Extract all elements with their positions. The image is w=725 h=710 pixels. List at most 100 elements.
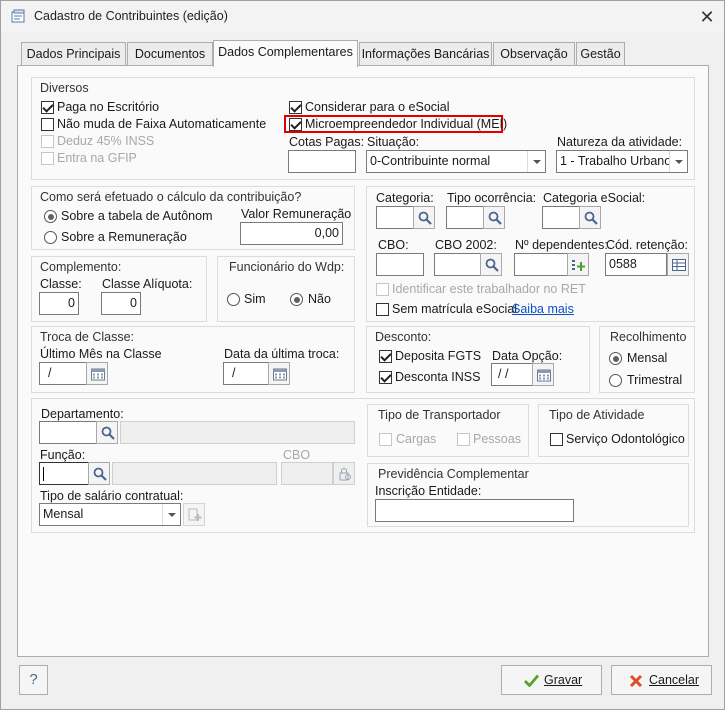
cbo-label: CBO: bbox=[378, 238, 409, 252]
cargas-checkbox[interactable] bbox=[379, 433, 392, 446]
funcao-input[interactable] bbox=[39, 462, 89, 485]
classe-input[interactable]: 0 bbox=[39, 292, 79, 315]
tab-dados-complementares[interactable]: Dados Complementares bbox=[213, 40, 358, 67]
mei-checkbox[interactable] bbox=[289, 118, 302, 131]
cbo2002-input[interactable] bbox=[434, 253, 481, 276]
natureza-label: Natureza da atividade: bbox=[557, 135, 683, 149]
categoria-search-button[interactable] bbox=[413, 206, 435, 229]
chevron-down-icon[interactable] bbox=[527, 151, 545, 172]
entra-gfip-checkbox[interactable] bbox=[41, 152, 54, 165]
ultimo-mes-calendar-button[interactable] bbox=[86, 362, 108, 385]
chevron-down-icon[interactable] bbox=[162, 504, 180, 525]
desconta-inss-checkbox[interactable] bbox=[379, 371, 392, 384]
valor-remuneracao-input[interactable]: 0,00 bbox=[240, 222, 343, 245]
group-title-atividade: Tipo de Atividade bbox=[549, 408, 645, 422]
dependentes-add-button[interactable] bbox=[567, 253, 589, 276]
help-button[interactable]: ? bbox=[19, 665, 48, 695]
recolhimento-mensal-label: Mensal bbox=[627, 351, 668, 365]
data-troca-calendar-button[interactable] bbox=[268, 362, 290, 385]
paga-escritorio-label: Paga no Escritório bbox=[57, 100, 160, 114]
classe-aliquota-input[interactable]: 0 bbox=[101, 292, 141, 315]
tipo-salario-value: Mensal bbox=[43, 507, 84, 521]
categoria-label: Categoria: bbox=[376, 191, 434, 205]
data-opcao-calendar-button[interactable] bbox=[532, 363, 554, 386]
title-bar: Cadastro de Contribuintes (edição) ✕ bbox=[1, 1, 724, 33]
group-title-desconto: Desconto: bbox=[375, 330, 432, 344]
pessoas-checkbox[interactable] bbox=[457, 433, 470, 446]
search-icon bbox=[488, 211, 502, 225]
departamento-search-button[interactable] bbox=[96, 421, 118, 444]
data-opcao-input[interactable]: / / bbox=[491, 363, 533, 386]
cbo-input[interactable] bbox=[376, 253, 424, 276]
group-title-calculo: Como será efetuado o cálculo da contribu… bbox=[40, 190, 302, 204]
deposita-fgts-label: Deposita FGTS bbox=[395, 349, 482, 363]
cancelar-button[interactable]: Cancelar bbox=[611, 665, 712, 695]
group-title-funcionario: Funcionário do Wdp: bbox=[229, 260, 345, 274]
categoria-input[interactable] bbox=[376, 206, 414, 229]
lock-search-icon bbox=[339, 468, 351, 481]
check-icon bbox=[524, 674, 539, 687]
tab-gestao[interactable]: Gestão bbox=[576, 42, 625, 66]
table-icon bbox=[672, 259, 686, 271]
gravar-button[interactable]: Gravar bbox=[501, 665, 602, 695]
recolhimento-mensal-radio[interactable] bbox=[609, 352, 622, 365]
cod-retencao-table-button[interactable] bbox=[667, 253, 689, 276]
tipo-ocorrencia-input[interactable] bbox=[446, 206, 484, 229]
recolhimento-trimestral-radio[interactable] bbox=[609, 374, 622, 387]
chevron-down-icon[interactable] bbox=[669, 151, 687, 172]
categoria-esocial-search-button[interactable] bbox=[579, 206, 601, 229]
tab-dados-principais[interactable]: Dados Principais bbox=[21, 42, 126, 66]
tipo-salario-select[interactable]: Mensal bbox=[39, 503, 181, 526]
dependentes-input[interactable] bbox=[514, 253, 568, 276]
deduz-inss-checkbox[interactable] bbox=[41, 135, 54, 148]
tipo-salario-label: Tipo de salário contratual: bbox=[40, 489, 184, 503]
classe-label: Classe: bbox=[40, 277, 82, 291]
considerar-esocial-checkbox[interactable] bbox=[289, 101, 302, 114]
cod-retencao-input[interactable]: 0588 bbox=[605, 253, 667, 276]
deposita-fgts-checkbox[interactable] bbox=[379, 350, 392, 363]
recolhimento-trimestral-label: Trimestral bbox=[627, 373, 683, 387]
tab-observacao[interactable]: Observação bbox=[493, 42, 575, 66]
close-icon[interactable]: ✕ bbox=[694, 5, 720, 29]
ultimo-mes-input[interactable]: / bbox=[39, 362, 87, 385]
group-title-previdencia: Previdência Complementar bbox=[378, 467, 529, 481]
funcao-search-button[interactable] bbox=[88, 462, 110, 485]
cbo2002-search-button[interactable] bbox=[480, 253, 502, 276]
tab-informacoes-bancarias[interactable]: Informações Bancárias bbox=[359, 42, 492, 66]
funcionario-sim-radio[interactable] bbox=[227, 293, 240, 306]
tab-documentos[interactable]: Documentos bbox=[127, 42, 213, 66]
group-tipo-atividade: Tipo de Atividade bbox=[538, 404, 689, 457]
calendar-icon bbox=[273, 368, 287, 381]
saiba-mais-link[interactable]: Saiba mais bbox=[512, 302, 574, 316]
inscricao-entidade-input[interactable] bbox=[375, 499, 574, 522]
add-list-icon bbox=[188, 508, 202, 521]
situacao-select[interactable]: 0-Contribuinte normal bbox=[366, 150, 546, 173]
calculo-remuneracao-label: Sobre a Remuneração bbox=[61, 230, 187, 244]
paga-escritorio-checkbox[interactable] bbox=[41, 101, 54, 114]
funcionario-nao-radio[interactable] bbox=[290, 293, 303, 306]
search-icon bbox=[93, 467, 107, 481]
identificar-ret-checkbox[interactable] bbox=[376, 283, 389, 296]
categoria-esocial-input[interactable] bbox=[542, 206, 580, 229]
data-troca-label: Data da última troca: bbox=[224, 347, 340, 361]
sem-matricula-checkbox[interactable] bbox=[376, 303, 389, 316]
situacao-value: 0-Contribuinte normal bbox=[370, 154, 491, 168]
dependentes-label: Nº dependentes: bbox=[515, 238, 608, 252]
categoria-esocial-label: Categoria eSocial: bbox=[543, 191, 646, 205]
departamento-input[interactable] bbox=[39, 421, 97, 444]
cbo-funcao-input bbox=[281, 462, 333, 485]
servico-odontologico-checkbox[interactable] bbox=[550, 433, 563, 446]
natureza-select[interactable]: 1 - Trabalho Urbano bbox=[556, 150, 688, 173]
data-troca-input[interactable]: / bbox=[223, 362, 269, 385]
tipo-salario-add-button[interactable] bbox=[183, 503, 205, 526]
tipo-ocorrencia-search-button[interactable] bbox=[483, 206, 505, 229]
window-app-icon bbox=[11, 9, 25, 23]
cbo-funcao-label: CBO bbox=[283, 448, 311, 462]
calculo-autonomo-radio[interactable] bbox=[44, 210, 57, 223]
cotas-pagas-input[interactable] bbox=[288, 150, 356, 173]
cbo-lock-search-button[interactable] bbox=[333, 462, 355, 485]
nao-muda-faixa-checkbox[interactable] bbox=[41, 118, 54, 131]
calculo-remuneracao-radio[interactable] bbox=[44, 231, 57, 244]
natureza-value: 1 - Trabalho Urbano bbox=[560, 154, 672, 168]
cancel-icon bbox=[629, 674, 643, 688]
